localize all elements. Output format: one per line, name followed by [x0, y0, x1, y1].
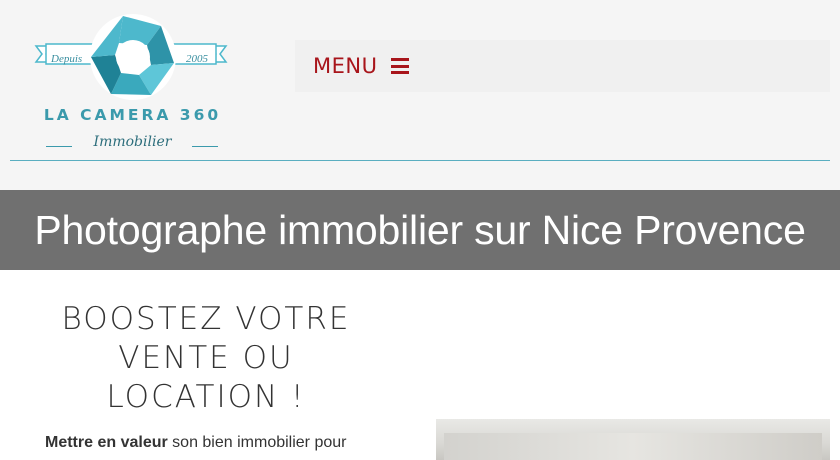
site-header: Depuis 2005 LA CAMERA 360 Immobilier MEN… — [0, 0, 840, 190]
photo-interior — [444, 433, 822, 460]
heading-line: VENTE OU — [118, 340, 294, 376]
intro-paragraph: Mettre en valeur son bien immobilier pou… — [45, 434, 346, 452]
site-logo[interactable]: Depuis 2005 LA CAMERA 360 Immobilier — [30, 10, 240, 158]
logo-ribbon-left: Depuis — [51, 53, 83, 65]
nav-bar: MENU — [295, 40, 830, 92]
logo-subtitle: Immobilier — [93, 134, 172, 150]
section-heading: BOOSTEZ VOTRE VENTE OU LOCATION ! — [20, 300, 392, 417]
menu-button[interactable]: MENU — [313, 52, 410, 80]
menu-label: MENU — [313, 54, 378, 78]
intro-emphasis: Mettre en valeur — [45, 434, 168, 451]
heading-line: BOOSTEZ VOTRE — [61, 301, 351, 337]
logo-ribbon-right: 2005 — [186, 53, 208, 65]
hero-banner: Photographe immobilier sur Nice Provence — [0, 190, 840, 270]
header-divider — [10, 160, 830, 161]
logo-brand-name: LA CAMERA 360 — [43, 106, 222, 124]
logo-divider-right — [192, 146, 218, 147]
intro-text: son bien immobilier pour — [167, 434, 347, 451]
page-title: Photographe immobilier sur Nice Provence — [34, 206, 806, 253]
property-photo — [436, 419, 830, 460]
heading-line: LOCATION ! — [106, 379, 306, 415]
hamburger-icon — [391, 58, 410, 74]
